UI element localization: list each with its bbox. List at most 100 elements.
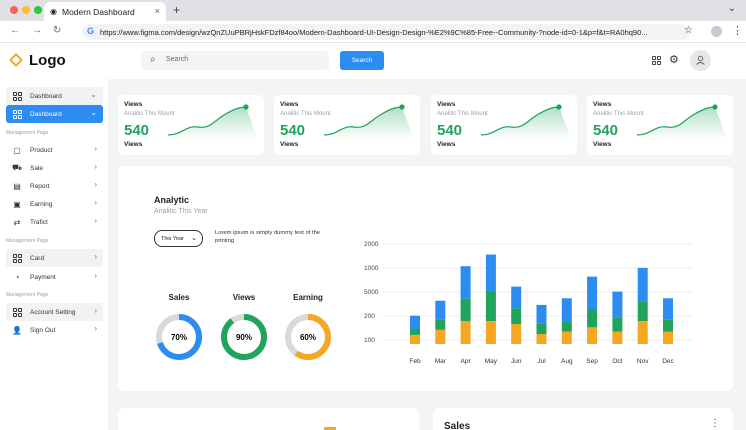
stat-title: Views [437, 101, 456, 108]
stat-card: Views Analitic This Mount 540 Views [587, 95, 733, 155]
sidebar-item-label: Sign Out [30, 326, 56, 334]
ring-value: 70% [171, 333, 187, 342]
stat-card: Views Analitic This Mount 540 Views [274, 95, 420, 155]
sidebar-item-trafict[interactable]: ⇄ Trafict › [6, 213, 103, 231]
stat-value: 540 [593, 122, 619, 139]
url-text: https://www.figma.com/design/wzQnZUuPBRj… [100, 27, 648, 37]
sparkline-point [556, 104, 562, 110]
chevron-down-icon: ⌄ [90, 108, 97, 117]
chevron-right-icon: › [94, 180, 97, 189]
ring-label: Earning [293, 293, 323, 302]
top-bar: Logo ⌕ Search Search ⚙ [0, 43, 746, 79]
sidebar-item-account-setting[interactable]: Account Setting › [6, 303, 103, 321]
bar-segment [637, 321, 648, 344]
search-button[interactable]: Search [340, 51, 384, 70]
period-select[interactable]: This Year ⌄ [154, 230, 203, 247]
chevron-down-icon: ⌄ [90, 90, 97, 99]
sidebar-item-label: Trafict [30, 218, 48, 226]
sidebar-item-sign-out[interactable]: 👤 Sign Out › [6, 321, 103, 339]
bar-segment [536, 334, 547, 344]
sidebar-item-dashboard-0[interactable]: Dashboard ⌄ [6, 87, 103, 105]
progress-ring: 60% [285, 314, 331, 360]
bar-segment [587, 327, 598, 344]
bar-segment [511, 286, 522, 309]
bag-icon: ▢ [13, 145, 21, 155]
tab-close-icon[interactable]: × [155, 6, 160, 16]
bar-segment [612, 291, 623, 318]
sales-card: Sales ⋮ [433, 408, 733, 430]
x-tick-label: Jul [537, 358, 546, 365]
profile-avatar[interactable] [711, 26, 722, 37]
more-options-icon[interactable]: ⋮ [710, 418, 720, 429]
bar-segment [561, 321, 572, 332]
y-tick-label: 200 [364, 313, 375, 320]
sidebar-item-payment[interactable]: ◔ Payment › [6, 268, 103, 286]
sidebar: Dashboard ⌄ Dashboard ⌄ Management Page ▢… [0, 79, 108, 430]
browser-menu-icon[interactable]: ⋮ [732, 24, 743, 37]
reload-icon[interactable]: ↻ [53, 25, 61, 36]
stat-card: Views Analitic This Mount 540 Views [431, 95, 577, 155]
logo-text: Logo [29, 52, 66, 69]
bar-segment [587, 309, 598, 328]
bar-segment [460, 298, 471, 322]
bar-segment [511, 308, 522, 325]
stat-subtitle: Analitic This Mount [124, 111, 175, 117]
close-window-button[interactable] [10, 6, 18, 14]
stat-footer: Views [593, 141, 612, 148]
forward-arrow-icon[interactable]: → [32, 25, 42, 36]
bar-segment [485, 292, 496, 322]
google-icon: G [87, 26, 95, 36]
address-bar: ← → ↻ G https://www.figma.com/design/wzQ… [0, 21, 746, 43]
bar-segment [637, 301, 648, 322]
bar-segment [612, 317, 623, 332]
notification-bell-icon[interactable]: ⚙ [669, 53, 679, 66]
sidebar-item-earning[interactable]: ▣ Earning › [6, 195, 103, 213]
grid-icon [12, 253, 22, 263]
tab-list-chevron-icon[interactable]: ⌄ [728, 3, 736, 14]
url-input[interactable]: G https://www.figma.com/design/wzQnZUuPB… [82, 24, 690, 40]
sidebar-item-dashboard-1[interactable]: Dashboard ⌄ [6, 105, 103, 123]
sparkline [324, 104, 414, 139]
maximize-window-button[interactable] [34, 6, 42, 14]
new-tab-button[interactable]: + [173, 3, 180, 17]
bar-segment [561, 331, 572, 344]
apps-grid-icon[interactable] [652, 56, 661, 65]
sidebar-item-label: Report [30, 182, 50, 190]
ring-value: 90% [236, 333, 252, 342]
grid-icon [12, 109, 22, 119]
user-avatar[interactable] [690, 50, 711, 71]
x-tick-label: Nov [637, 358, 649, 365]
sidebar-item-label: Payment [30, 273, 56, 281]
back-arrow-icon[interactable]: ← [10, 25, 20, 36]
chevron-right-icon: › [94, 144, 97, 153]
sidebar-item-product[interactable]: ▢ Product › [6, 141, 103, 159]
globe-icon: ◉ [50, 7, 57, 16]
bookmark-star-icon[interactable]: ☆ [684, 25, 693, 36]
sparkline-point [712, 104, 718, 110]
bar-segment [460, 321, 471, 344]
chevron-down-icon: ⌄ [191, 235, 197, 242]
search-input[interactable]: ⌕ Search [141, 51, 329, 70]
sidebar-item-label: Dashboard [30, 110, 62, 118]
bottom-left-card [118, 408, 419, 430]
sparkline-point [243, 104, 249, 110]
minimize-window-button[interactable] [22, 6, 30, 14]
y-tick-label: 100 [364, 337, 375, 344]
sidebar-item-label: Dashboard [30, 92, 62, 100]
x-tick-label: Aug [561, 358, 573, 365]
stat-footer: Views [124, 141, 143, 148]
analytic-card: Analytic Analitic This Year This Year ⌄ … [118, 166, 733, 391]
bar-segment [536, 304, 547, 324]
stat-value: 540 [437, 122, 463, 139]
sidebar-item-card[interactable]: Card › [6, 249, 103, 267]
sidebar-item-report[interactable]: ▤ Report › [6, 177, 103, 195]
browser-tab-bar: ◉ Modern Dashboard × + ⌄ [0, 0, 746, 21]
ring-label: Views [232, 293, 256, 302]
sidebar-item-sale[interactable]: ⛟ Sale › [6, 159, 103, 177]
payment-icon: ◔ [14, 272, 20, 282]
browser-tab[interactable]: ◉ Modern Dashboard × [44, 2, 166, 21]
chevron-right-icon: › [94, 198, 97, 207]
sidebar-item-label: Product [30, 146, 53, 154]
bar-segment [485, 321, 496, 344]
bar-segment [410, 315, 420, 330]
